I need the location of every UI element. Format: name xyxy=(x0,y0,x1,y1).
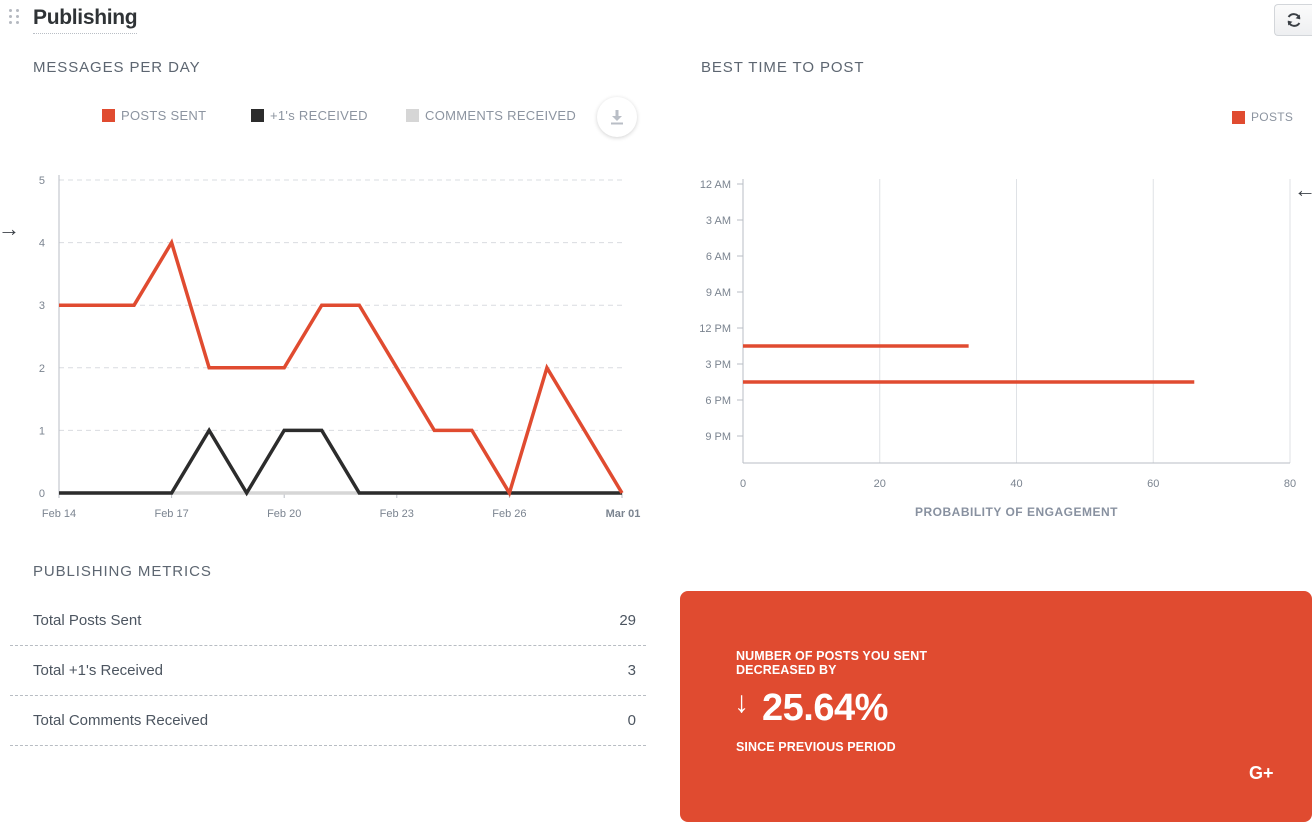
best-time-bar-chart: 0 20 40 60 80 12 AM 3 AM 6 AM 9 AM 12 PM 3 PM 6 PM 9… xyxy=(699,179,1296,519)
y-tick-label: 1 xyxy=(39,425,45,437)
metric-value: 0 xyxy=(627,712,636,729)
x-tick-label: 80 xyxy=(1284,478,1296,490)
y-tick-label: 12 AM xyxy=(700,179,731,191)
x-tick-label: 40 xyxy=(1010,478,1022,490)
messages-per-day-title: MESSAGES PER DAY xyxy=(33,59,201,76)
x-tick-label: 60 xyxy=(1147,478,1159,490)
y-tick-label: 3 AM xyxy=(706,215,731,227)
google-plus-icon: G+ xyxy=(1249,763,1274,783)
legend-swatch xyxy=(1232,110,1245,124)
x-axis-label: PROBABILITY OF ENGAGEMENT xyxy=(915,505,1118,519)
publishing-metrics-title: PUBLISHING METRICS xyxy=(33,563,212,580)
y-tick-label: 12 PM xyxy=(699,323,731,335)
refresh-icon xyxy=(1287,13,1300,27)
y-tick-label: 3 PM xyxy=(705,359,731,371)
y-tick-label: 6 PM xyxy=(705,395,731,407)
x-tick-label: 20 xyxy=(874,478,886,490)
metric-label: Total Posts Sent xyxy=(33,612,142,629)
stat-label-line1: NUMBER OF POSTS YOU SENT xyxy=(736,649,928,663)
x-tick-label: Feb 23 xyxy=(380,508,414,520)
x-tick-label: Feb 20 xyxy=(267,508,301,520)
y-tick-label: 5 xyxy=(39,175,45,187)
legend-posts-sent[interactable]: POSTS SENT xyxy=(102,108,206,123)
x-tick-label: Feb 26 xyxy=(492,508,526,520)
metric-row: Total Comments Received 0 xyxy=(10,696,646,746)
y-tick-label: 9 AM xyxy=(706,287,731,299)
y-tick-label: 3 xyxy=(39,300,45,312)
messages-line-chart: 0 1 2 3 4 5 Feb 14 Feb 17 Feb 20 Feb 23 Feb 26 Mar … xyxy=(39,175,641,520)
legend-label: POSTS SENT xyxy=(121,108,207,123)
posts-change-card: NUMBER OF POSTS YOU SENT DECREASED BY ↓ … xyxy=(680,591,1312,822)
legend-label: POSTS xyxy=(1251,110,1294,124)
x-tick-label: Feb 17 xyxy=(154,508,188,520)
legend-label: +1's RECEIVED xyxy=(270,108,368,123)
x-tick-label: 0 xyxy=(740,478,746,490)
y-tick-label: 0 xyxy=(39,488,45,500)
legend-swatch xyxy=(251,109,264,122)
stat-label-line2: DECREASED BY xyxy=(736,663,837,677)
y-tick-label: 2 xyxy=(39,363,45,375)
metric-label: Total +1's Received xyxy=(33,662,164,679)
y-tick-label: 4 xyxy=(39,238,45,250)
download-button[interactable] xyxy=(597,97,637,137)
metric-value: 3 xyxy=(627,662,636,679)
stat-value: 25.64% xyxy=(762,687,888,729)
legend-posts[interactable]: POSTS xyxy=(1232,110,1293,124)
legend-swatch xyxy=(102,109,115,122)
drag-handle-icon[interactable] xyxy=(9,9,21,27)
legend-plus-ones[interactable]: +1's RECEIVED xyxy=(251,108,368,123)
metric-label: Total Comments Received xyxy=(33,712,209,729)
widget-title: Publishing xyxy=(33,6,138,34)
best-time-title: BEST TIME TO POST xyxy=(701,59,865,76)
x-tick-label: Feb 14 xyxy=(42,508,76,520)
legend-comments[interactable]: COMMENTS RECEIVED xyxy=(406,108,576,123)
y-tick-label: 9 PM xyxy=(705,431,731,443)
stat-footer: SINCE PREVIOUS PERIOD xyxy=(736,740,896,754)
legend-label: COMMENTS RECEIVED xyxy=(425,108,577,123)
metric-row: Total Posts Sent 29 xyxy=(10,596,646,646)
metric-value: 29 xyxy=(619,612,636,629)
down-arrow-icon: ↓ xyxy=(734,686,749,719)
series-line--1-s-received xyxy=(59,426,622,497)
legend-swatch xyxy=(406,109,419,122)
refresh-button[interactable] xyxy=(1274,4,1312,36)
download-icon xyxy=(611,110,623,125)
y-tick-label: 6 AM xyxy=(706,251,731,263)
metric-row: Total +1's Received 3 xyxy=(10,646,646,696)
x-tick-label: Mar 01 xyxy=(606,508,641,520)
